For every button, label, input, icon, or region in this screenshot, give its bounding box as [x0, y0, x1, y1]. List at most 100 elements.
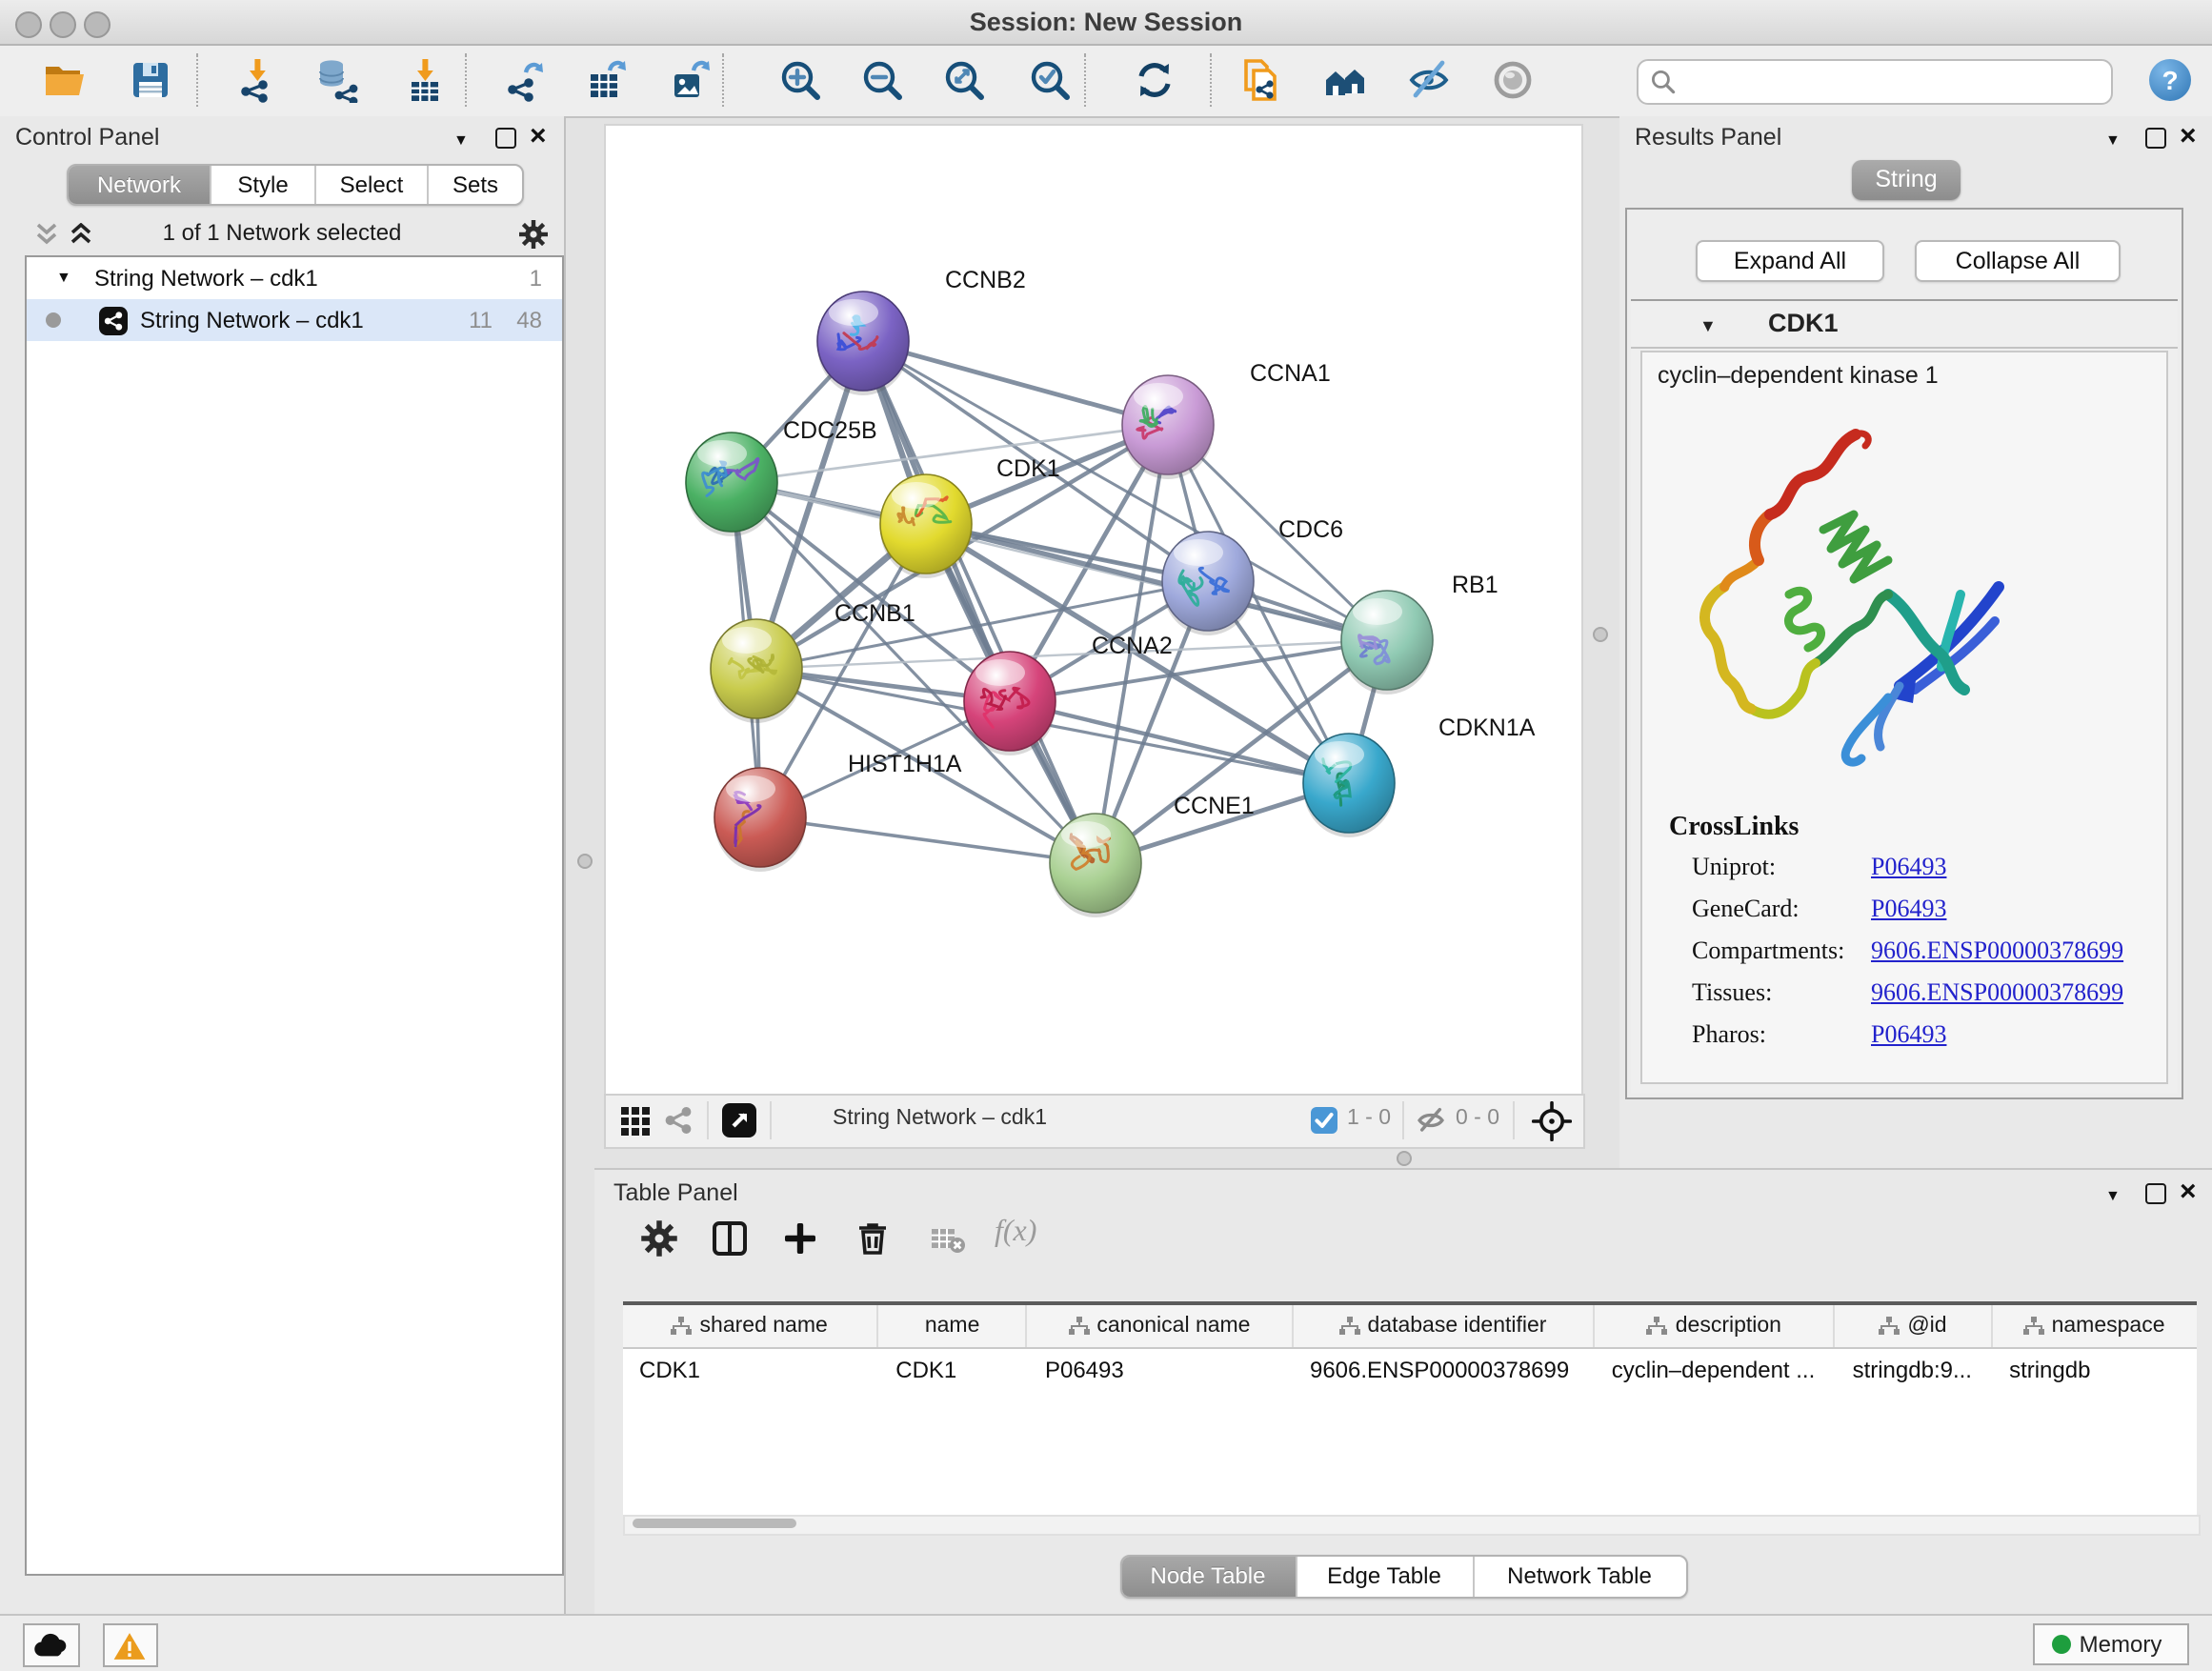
- control-panel-menu-icon[interactable]: ▼: [453, 131, 469, 149]
- add-column-icon[interactable]: [781, 1219, 819, 1258]
- toolbar-separator: [1513, 1101, 1515, 1139]
- crosslink-link[interactable]: P06493: [1871, 852, 1946, 882]
- zoom-in-icon[interactable]: [777, 57, 823, 103]
- edge-CCNB2-CCNA1[interactable]: [863, 341, 1168, 425]
- selected-checkbox-icon[interactable]: [1311, 1107, 1337, 1134]
- tab-network[interactable]: Network: [69, 166, 211, 204]
- memory-button[interactable]: Memory: [2033, 1623, 2189, 1665]
- results-panel-menu-icon[interactable]: ▼: [2105, 131, 2121, 149]
- results-panel-float-icon[interactable]: [2145, 128, 2166, 149]
- control-panel-float-icon[interactable]: [495, 128, 516, 149]
- tab-sets[interactable]: Sets: [429, 166, 522, 204]
- column-header-name[interactable]: name: [878, 1305, 1028, 1347]
- crosslink-link[interactable]: P06493: [1871, 1019, 1946, 1050]
- network-canvas[interactable]: CCNB2CCNA1CDC25BCDK1CDC6RB1CCNB1CCNA2CDK…: [606, 126, 1581, 1096]
- tab-edge-table[interactable]: Edge Table: [1297, 1557, 1474, 1597]
- collapse-triangle-icon[interactable]: ▼: [56, 257, 71, 299]
- hidden-eye-slash-icon[interactable]: [1416, 1107, 1446, 1134]
- search-input[interactable]: [1684, 63, 2107, 101]
- node-CCNA2[interactable]: [964, 652, 1056, 755]
- share-view-icon[interactable]: [663, 1105, 694, 1136]
- table-panel-float-icon[interactable]: [2145, 1183, 2166, 1204]
- title-bar: Session: New Session: [0, 0, 2212, 46]
- cell-database-identifier[interactable]: 9606.ENSP00000378699: [1293, 1349, 1595, 1391]
- export-image-icon[interactable]: [667, 57, 713, 103]
- column-header-at-id[interactable]: @id: [1836, 1305, 1992, 1347]
- horizontal-scrollbar[interactable]: [622, 1515, 2200, 1536]
- export-table-icon[interactable]: [583, 57, 629, 103]
- delete-table-icon-disabled: [928, 1219, 966, 1258]
- cell-canonical-name[interactable]: P06493: [1028, 1349, 1293, 1391]
- crosslink-link[interactable]: P06493: [1871, 894, 1946, 924]
- help-icon[interactable]: ?: [2149, 59, 2191, 101]
- import-network-database-icon[interactable]: [314, 57, 360, 103]
- cell-namespace[interactable]: stringdb: [1992, 1349, 2196, 1391]
- column-header-namespace[interactable]: namespace: [1992, 1305, 2196, 1347]
- grid-view-icon[interactable]: [621, 1107, 650, 1136]
- houses-icon[interactable]: [1322, 57, 1368, 103]
- cell-description[interactable]: cyclin–dependent ...: [1595, 1349, 1836, 1391]
- network-options-gear-icon[interactable]: [518, 219, 549, 250]
- network-row-selected[interactable]: String Network – cdk1 11 48: [26, 299, 561, 341]
- cell-at-id[interactable]: stringdb:9...: [1836, 1349, 1993, 1391]
- table-row[interactable]: CDK1 CDK1 P06493 9606.ENSP00000378699 cy…: [622, 1349, 2196, 1391]
- show-columns-icon[interactable]: [711, 1219, 749, 1258]
- zoom-out-icon[interactable]: [859, 57, 905, 103]
- node-HIST1H1A[interactable]: [714, 768, 806, 872]
- import-table-file-icon[interactable]: [402, 57, 448, 103]
- column-header-shared-name[interactable]: shared name: [622, 1305, 878, 1347]
- refresh-icon[interactable]: [1132, 57, 1177, 103]
- birdseye-view-icon[interactable]: [722, 1103, 756, 1137]
- edge-HIST1H1A-CCNE1[interactable]: [760, 817, 1096, 863]
- cell-shared-name[interactable]: CDK1: [622, 1349, 878, 1391]
- node-CDK1[interactable]: [880, 474, 972, 578]
- table-panel-close-icon[interactable]: ×: [2180, 1176, 2197, 1208]
- node-CCNB1[interactable]: [711, 619, 802, 723]
- import-network-file-icon[interactable]: [234, 57, 280, 103]
- save-session-icon[interactable]: [128, 57, 173, 103]
- collapse-all-button[interactable]: Collapse All: [1915, 240, 2121, 282]
- zoom-fit-icon[interactable]: [941, 57, 987, 103]
- show-hidden-eye-icon[interactable]: [1490, 57, 1536, 103]
- node-RB1[interactable]: [1341, 591, 1433, 695]
- open-session-icon[interactable]: [42, 57, 88, 103]
- node-CCNB2[interactable]: [817, 292, 909, 395]
- expand-all-button[interactable]: Expand All: [1696, 240, 1884, 282]
- node-CDC25B[interactable]: [686, 433, 777, 536]
- collapse-triangle-icon[interactable]: ▼: [1699, 316, 1717, 335]
- cell-name[interactable]: CDK1: [878, 1349, 1028, 1391]
- vertical-splitter-handle[interactable]: [577, 854, 593, 869]
- delete-column-trash-icon[interactable]: [854, 1219, 892, 1258]
- column-header-canonical-name[interactable]: canonical name: [1028, 1305, 1293, 1347]
- node-CCNA1[interactable]: [1122, 375, 1214, 479]
- search-box[interactable]: [1637, 59, 2113, 105]
- column-header-description[interactable]: description: [1595, 1305, 1836, 1347]
- node-CCNE1[interactable]: [1050, 814, 1141, 917]
- cloud-button[interactable]: [23, 1623, 80, 1667]
- network-collection-row[interactable]: ▼ String Network – cdk1 1: [26, 257, 561, 299]
- node-CDKN1A[interactable]: [1303, 734, 1395, 837]
- warning-button[interactable]: [103, 1623, 158, 1667]
- table-panel-menu-icon[interactable]: ▼: [2105, 1187, 2121, 1204]
- duplicate-network-icon[interactable]: [1237, 57, 1282, 103]
- horizontal-splitter-handle[interactable]: [1397, 1151, 1412, 1166]
- tab-select[interactable]: Select: [316, 166, 429, 204]
- results-panel-close-icon[interactable]: ×: [2180, 120, 2197, 152]
- hide-selected-eye-slash-icon[interactable]: [1406, 57, 1452, 103]
- scrollbar-thumb[interactable]: [632, 1519, 795, 1528]
- tab-string[interactable]: String: [1852, 160, 1961, 200]
- table-options-gear-icon[interactable]: [640, 1219, 678, 1258]
- crosslink-link[interactable]: 9606.ENSP00000378699: [1871, 977, 2123, 1008]
- node-CDC6[interactable]: [1162, 532, 1254, 635]
- export-network-icon[interactable]: [501, 57, 547, 103]
- tab-network-table[interactable]: Network Table: [1474, 1557, 1685, 1597]
- column-header-database-identifier[interactable]: database identifier: [1293, 1305, 1595, 1347]
- crosslink-link[interactable]: 9606.ENSP00000378699: [1871, 936, 2123, 966]
- gene-section-header[interactable]: ▼ CDK1: [1631, 301, 2178, 349]
- tab-node-table[interactable]: Node Table: [1121, 1557, 1297, 1597]
- control-panel-close-icon[interactable]: ×: [530, 120, 547, 152]
- crosshair-pan-icon[interactable]: [1532, 1101, 1572, 1141]
- vertical-splitter-handle[interactable]: [1593, 627, 1608, 642]
- tab-style[interactable]: Style: [211, 166, 316, 204]
- zoom-selected-icon[interactable]: [1027, 57, 1073, 103]
